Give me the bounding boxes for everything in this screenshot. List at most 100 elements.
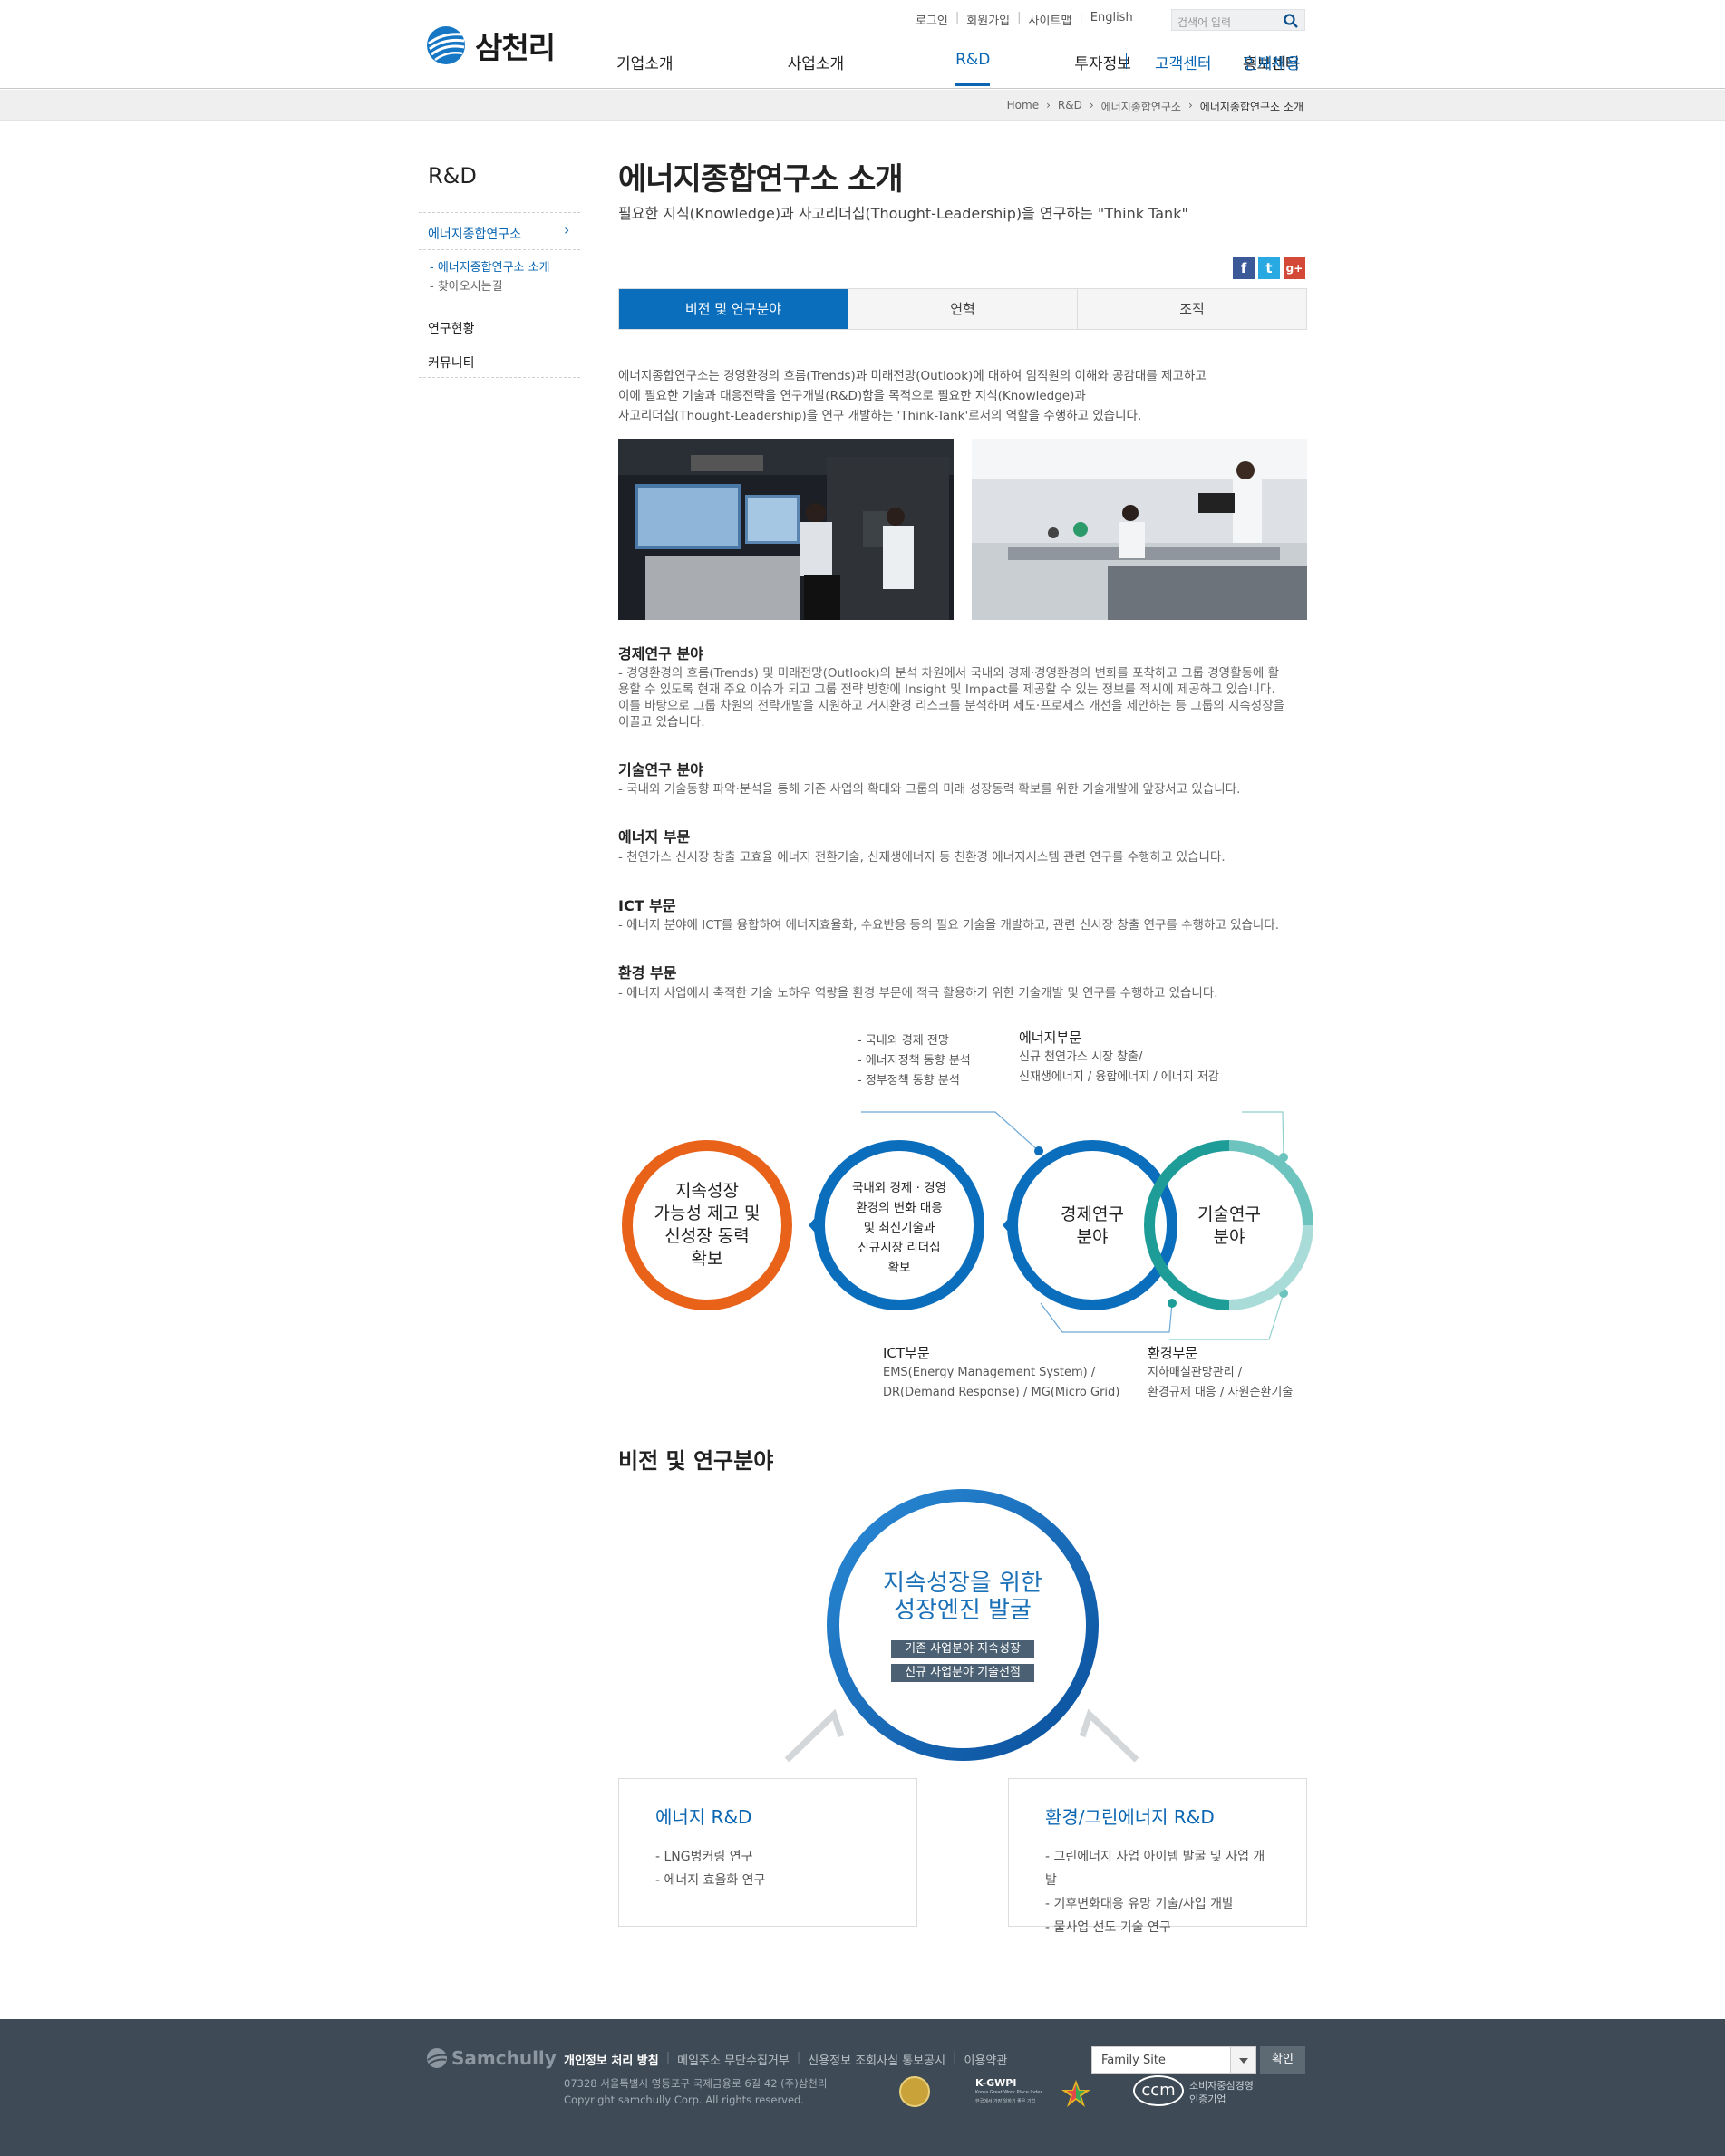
chevron-right-icon: › [1187,99,1193,111]
sidebar-item-research[interactable]: 연구현황 [428,319,475,337]
nav-customer[interactable]: 고객센터 [1155,51,1212,73]
tab-history[interactable]: 연혁 [848,289,1077,329]
section-title-economy: 경제연구 분야 [618,645,703,662]
sidebar-divider [419,212,580,213]
section-title-environment: 환경 부문 [618,964,677,981]
nav-divider [1126,53,1127,69]
circle-economy-label: 경제연구 분야 [1061,1204,1124,1247]
footer-links: 개인정보 처리 방침 | 메일주소 무단수집거부 | 신용정보 조회사실 통보공시 |… [564,2051,1008,2068]
logo[interactable]: 삼천리 [426,24,556,67]
footer-logo: Samchully [426,2047,557,2069]
terms-link[interactable]: 이용약관 [964,2051,1007,2068]
section-text-technology: - 국내외 기술동향 파악·분석을 통해 기존 사업의 확대와 그룹의 미래 성… [618,782,1241,797]
site-footer: Samchully 개인정보 처리 방침 | 메일주소 무단수집거부 | 신용정보 … [0,2019,1725,2156]
section-title-ict: ICT 부문 [618,897,676,914]
circle-response-label: 국내외 경제 · 경영 환경의 변화 대응 및 최신기술과 신규시장 리더십 확… [851,1181,947,1275]
kgwp-badge: K-GWPI Korea Great Work Place Index 한국에서… [975,2077,1043,2104]
vision-tag-existing: 기존 사업분야 지속성장 [891,1640,1034,1658]
search-icon[interactable] [1283,13,1299,29]
nav-company[interactable]: 기업소개 [616,51,674,73]
kgwp-star-icon [1061,2080,1090,2107]
chevron-right-icon: › [1089,99,1094,111]
nav-rnd[interactable]: R&D [955,51,991,86]
diagram-bullet-list: - 국내외 경제 전망 - 에너지정책 동향 분석 - 정부정책 동향 분석 [858,1034,971,1088]
breadcrumb-current: 에너지종합연구소 소개 [1199,101,1303,113]
sidebar-divider [419,249,580,250]
vision-diagram: 지속성장을 위한 성장엔진 발굴 기존 사업분야 지속성장 신규 사업분야 기술… [770,1477,1151,1785]
list-item: - LNG벙커링 연구 [655,1850,753,1864]
circle-growth-label: 지속성장 가능성 제고 및 신성장 동력 확보 [654,1181,761,1269]
chevron-down-icon[interactable] [1230,2047,1255,2073]
logo-mark-icon [427,26,465,64]
page-title: 에너지종합연구소 소개 [618,161,904,198]
sidebar-sub-intro[interactable]: - 에너지종합연구소 소개 [430,257,550,275]
tab-bar: 비전 및 연구분야 연혁 조직 [618,288,1307,330]
nav-investor[interactable]: 투자정보 [1074,51,1131,73]
section-text-environment: - 에너지 사업에서 축적한 기술 노하우 역량을 환경 부문에 적극 활용하기… [618,986,1218,1001]
sidebar-sub-directions[interactable]: - 찾아오시는길 [430,276,503,294]
chevron-right-icon: › [1046,99,1051,111]
intro-text: 에너지종합연구소는 경영환경의 흐름(Trends)과 미래전망(Outlook… [618,369,1207,423]
search-placeholder: 검색어 입력 [1177,16,1232,29]
breadcrumb-home[interactable]: Home [1007,99,1039,114]
vision-center-text: 지속성장을 위한 성장엔진 발굴 [883,1570,1042,1624]
logo-text: 삼천리 [475,30,556,65]
nav-business[interactable]: 사업소개 [788,51,845,73]
vision-title: 비전 및 연구분야 [618,1448,774,1474]
section-text-energy: - 천연가스 신시장 창출 고효율 에너지 전환기술, 신재생에너지 등 친환경… [618,850,1226,865]
section-title-energy: 에너지 부문 [618,828,691,846]
breadcrumb-bar: Home › R&D › 에너지종합연구소 › 에너지종합연구소 소개 [0,90,1725,121]
award-badge-icon [899,2076,930,2107]
sidebar-title: R&D [428,163,477,189]
privacy-link[interactable]: 개인정보 처리 방침 [564,2051,659,2068]
google-plus-icon[interactable]: g+ [1284,257,1305,279]
ccm-badge-icon: ccm [1133,2075,1184,2106]
diagram-environment-label: 환경부문 지하매설관망관리 / 환경규제 대응 / 자원순환기술 [1148,1345,1294,1399]
list-item: - 에너지 효율화 연구 [655,1873,766,1888]
vision-graphic [784,1489,1139,1763]
email-policy-link[interactable]: 메일주소 무단수집거부 [677,2051,790,2068]
ccm-text: 소비자중심경영 인증기업 [1189,2080,1254,2105]
credit-info-link[interactable]: 신용정보 조회사실 통보공시 [808,2051,945,2068]
section-text-economy: - 경영환경의 흐름(Trends) 및 미래전망(Outlook)의 분석 차… [618,666,1285,730]
footer-address: 07328 서울특별시 영등포구 국제금융로 6길 42 (주)삼천리 Copy… [564,2077,828,2106]
twitter-icon[interactable]: t [1258,257,1280,279]
green-rnd-title: 환경/그린에너지 R&D [1045,1806,1215,1828]
family-site-go-button[interactable]: 확인 [1260,2046,1305,2074]
section-text-ict: - 에너지 분야에 ICT를 융합하여 에너지효율화, 수요반응 등의 필요 기… [618,918,1280,933]
sidebar-item-institute[interactable]: 에너지종합연구소 [428,225,521,243]
signup-link[interactable]: 회원가입 [966,11,1010,28]
breadcrumb-institute[interactable]: 에너지종합연구소 [1101,99,1181,114]
login-link[interactable]: 로그인 [916,11,948,28]
utility-nav: 로그인 | 회원가입 | 사이트맵 | English [916,11,1133,28]
sidebar-item-community[interactable]: 커뮤니티 [428,353,475,372]
page-subtitle: 필요한 지식(Knowledge)과 사고리더십(Thought-Leaders… [618,205,1188,222]
photo-control-room [618,439,954,620]
site-header: 삼천리 로그인 | 회원가입 | 사이트맵 | English 검색어 입력 기업소개… [0,0,1725,89]
breadcrumb-rnd[interactable]: R&D [1058,99,1082,114]
sitemap-link[interactable]: 사이트맵 [1029,11,1072,28]
vision-tag-new: 신규 사업분야 기술선점 [891,1664,1034,1682]
facebook-icon[interactable]: f [1233,257,1255,279]
nav-careers[interactable]: 인재채용 [1244,51,1301,73]
list-item: - 기후변화대응 유망 기술/사업 개발 [1045,1897,1234,1911]
list-item: - 그린에너지 사업 아이템 발굴 및 사업 개발 [1045,1850,1265,1888]
chevron-right-icon: › [564,221,570,238]
diagram-ict-label: ICT부문 EMS(Energy Management System) / DR… [883,1345,1120,1399]
energy-rnd-box: 에너지 R&D - LNG벙커링 연구 - 에너지 효율화 연구 [618,1778,917,1927]
circle-technology-label: 기술연구 분야 [1197,1204,1261,1247]
search-input[interactable]: 검색어 입력 [1171,9,1305,31]
english-link[interactable]: English [1090,11,1133,28]
list-item: - 물사업 선도 기술 연구 [1045,1920,1171,1935]
photo-laboratory [972,439,1307,620]
family-site-select[interactable]: Family Site [1091,2046,1256,2074]
tab-organization[interactable]: 조직 [1077,289,1306,329]
green-rnd-box: 환경/그린에너지 R&D - 그린에너지 사업 아이템 발굴 및 사업 개발 -… [1008,1778,1307,1935]
diagram-energy-label: 에너지부문 신규 천연가스 시장 창출/ 신재생에너지 / 융합에너지 / 에너… [1019,1030,1219,1084]
section-title-technology: 기술연구 분야 [618,761,703,778]
breadcrumb: Home › R&D › 에너지종합연구소 › 에너지종합연구소 소개 [1007,99,1303,114]
energy-rnd-title: 에너지 R&D [655,1806,752,1828]
sidebar-divider [419,377,580,378]
footer-logo-icon [427,2048,448,2068]
tab-vision[interactable]: 비전 및 연구분야 [619,289,848,329]
